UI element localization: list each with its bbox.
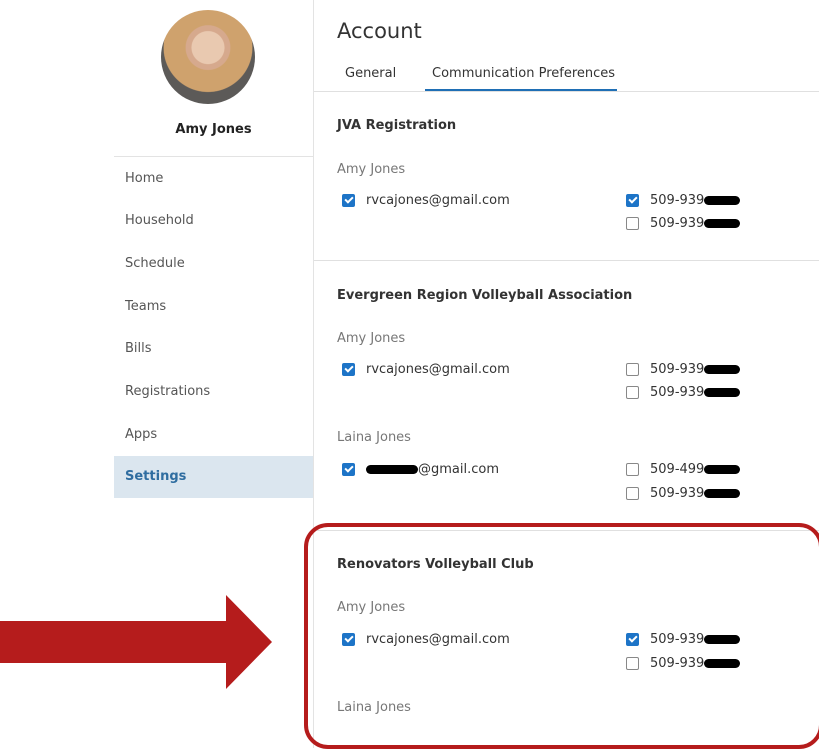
email-option[interactable]: rvcajones@gmail.com (342, 193, 510, 208)
sidebar-item-schedule[interactable]: Schedule (114, 243, 313, 285)
email-checkbox[interactable] (342, 363, 355, 376)
redaction-mark (704, 196, 741, 205)
email-checkbox[interactable] (342, 463, 355, 476)
sidebar-item-bills[interactable]: Bills (114, 328, 313, 370)
arrow-annotation-icon (0, 595, 272, 689)
header-divider (314, 91, 819, 92)
person-name: Laina Jones (337, 430, 411, 445)
sidebar-item-home[interactable]: Home (114, 158, 313, 200)
phone-number: 509-499 (650, 462, 705, 477)
phone-number: 509-939 (650, 193, 705, 208)
phone-option[interactable]: 509-499 (626, 462, 741, 477)
redaction-mark (704, 219, 741, 228)
highlight-annotation-box (304, 523, 819, 749)
email-option[interactable]: rvcajones@gmail.com (342, 362, 510, 377)
tab-communication-preferences[interactable]: Communication Preferences (432, 66, 615, 81)
phone-option[interactable]: 509-939 (626, 216, 741, 231)
phone-checkbox[interactable] (626, 386, 639, 399)
phone-option[interactable]: 509-939 (626, 486, 741, 501)
redaction-mark (704, 388, 741, 397)
phone-number: 509-939 (650, 362, 705, 377)
sidebar-item-teams[interactable]: Teams (114, 286, 313, 328)
phone-checkbox[interactable] (626, 194, 639, 207)
nav-divider (114, 156, 313, 157)
sidebar-item-household[interactable]: Household (114, 200, 313, 242)
phone-checkbox[interactable] (626, 363, 639, 376)
sidebar-item-settings[interactable]: Settings (114, 456, 313, 498)
email-checkbox[interactable] (342, 194, 355, 207)
phone-checkbox[interactable] (626, 217, 639, 230)
profile-name: Amy Jones (175, 122, 252, 137)
page-title: Account (337, 19, 422, 43)
person-name: Amy Jones (337, 331, 406, 346)
phone-option[interactable]: 509-939 (626, 362, 741, 377)
sidebar-item-registrations[interactable]: Registrations (114, 371, 313, 413)
phone-number: 509-939 (650, 216, 705, 231)
phone-number: 509-939 (650, 385, 705, 400)
phone-option[interactable]: 509-939 (626, 385, 741, 400)
redaction-mark (704, 365, 741, 374)
person-name: Amy Jones (337, 162, 406, 177)
email-address: rvcajones@gmail.com (366, 193, 510, 208)
email-address: rvcajones@gmail.com (366, 362, 510, 377)
sidebar-item-apps[interactable]: Apps (114, 414, 313, 456)
redaction-mark (366, 465, 418, 474)
phone-number: 509-939 (650, 486, 705, 501)
email-address: @gmail.com (418, 462, 500, 477)
section-title: Evergreen Region Volleyball Association (337, 288, 633, 303)
phone-checkbox[interactable] (626, 463, 639, 476)
section-title: JVA Registration (337, 118, 457, 133)
redaction-mark (704, 489, 741, 498)
redaction-mark (704, 465, 741, 474)
tab-general[interactable]: General (345, 66, 396, 81)
phone-checkbox[interactable] (626, 487, 639, 500)
email-option[interactable]: @gmail.com (342, 462, 499, 477)
phone-option[interactable]: 509-939 (626, 193, 741, 208)
section-divider (314, 260, 819, 261)
avatar[interactable] (161, 10, 255, 104)
